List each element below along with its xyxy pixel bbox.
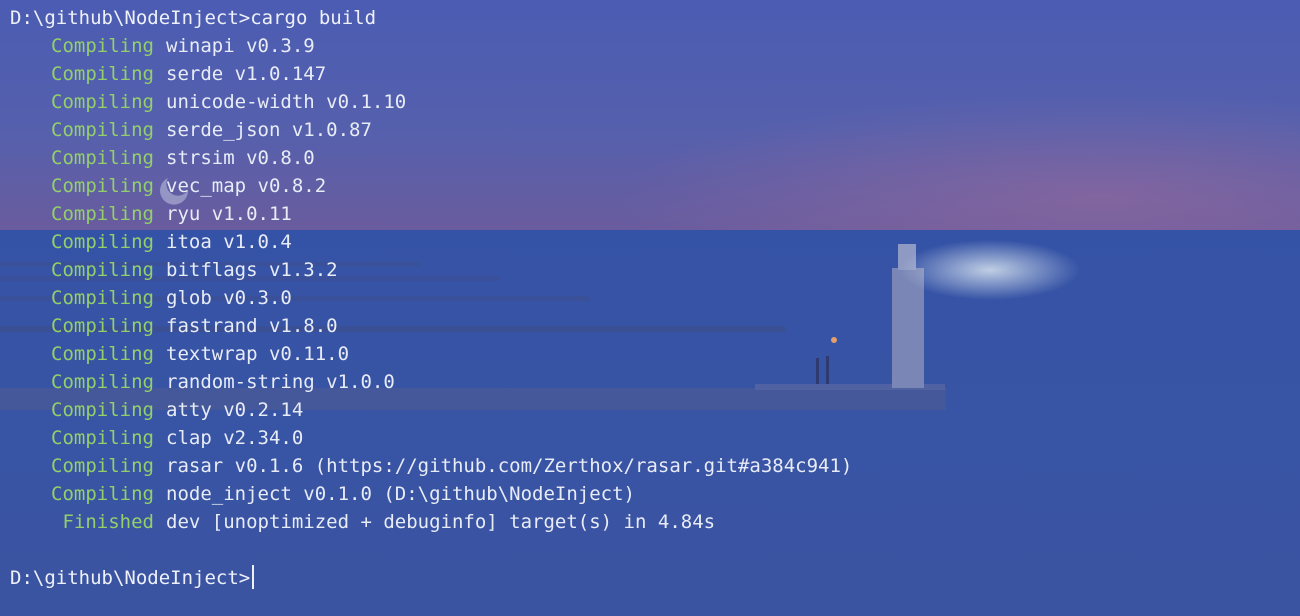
status-label: Compiling <box>51 175 154 197</box>
output-text: textwrap v0.11.0 <box>166 343 350 365</box>
status-label: Compiling <box>51 119 154 141</box>
output-line: Compiling node_inject v0.1.0 (D:\github\N… <box>0 480 1300 508</box>
output-text: serde_json v1.0.87 <box>166 119 372 141</box>
status-label: Compiling <box>51 63 154 85</box>
output-line: Compiling itoa v1.0.4 <box>0 228 1300 256</box>
status-label: Compiling <box>51 455 154 477</box>
output-line: Compiling fastrand v1.8.0 <box>0 312 1300 340</box>
terminal-window[interactable]: D:\github\NodeInject>cargo build Compili… <box>0 0 1300 616</box>
output-text: bitflags v1.3.2 <box>166 259 338 281</box>
prompt-text: D:\github\NodeInject> <box>10 567 251 589</box>
output-line: Compiling vec_map v0.8.2 <box>0 172 1300 200</box>
status-label: Compiling <box>51 35 154 57</box>
status-label: Compiling <box>51 343 154 365</box>
output-line: Compiling ryu v1.0.11 <box>0 200 1300 228</box>
output-text: ryu v1.0.11 <box>166 203 292 225</box>
output-line: Compiling atty v0.2.14 <box>0 396 1300 424</box>
status-label: Compiling <box>51 483 154 505</box>
output-text: rasar v0.1.6 (https://github.com/Zerthox… <box>166 455 853 477</box>
output-line: Compiling clap v2.34.0 <box>0 424 1300 452</box>
output-line: Compiling serde v1.0.147 <box>0 60 1300 88</box>
output-line: Compiling rasar v0.1.6 (https://github.co… <box>0 452 1300 480</box>
status-label: Compiling <box>51 315 154 337</box>
output-text: vec_map v0.8.2 <box>166 175 327 197</box>
command-line: D:\github\NodeInject>cargo build <box>0 4 1300 32</box>
output-text: random-string v1.0.0 <box>166 371 395 393</box>
output-line: Compiling winapi v0.3.9 <box>0 32 1300 60</box>
command-text: D:\github\NodeInject>cargo build <box>10 7 377 29</box>
output-text: glob v0.3.0 <box>166 287 292 309</box>
output-line: Compiling strsim v0.8.0 <box>0 144 1300 172</box>
terminal-output: D:\github\NodeInject>cargo build Compili… <box>0 4 1300 592</box>
output-text: winapi v0.3.9 <box>166 35 315 57</box>
output-line: Compiling textwrap v0.11.0 <box>0 340 1300 368</box>
output-text: clap v2.34.0 <box>166 427 304 449</box>
status-label: Compiling <box>51 231 154 253</box>
output-text: fastrand v1.8.0 <box>166 315 338 337</box>
output-text: strsim v0.8.0 <box>166 147 315 169</box>
output-text: dev [unoptimized + debuginfo] target(s) … <box>166 511 716 533</box>
output-line: Compiling glob v0.3.0 <box>0 284 1300 312</box>
status-label: Compiling <box>51 287 154 309</box>
status-label: Compiling <box>51 399 154 421</box>
output-text: serde v1.0.147 <box>166 63 327 85</box>
status-label: Compiling <box>51 259 154 281</box>
output-line: Compiling random-string v1.0.0 <box>0 368 1300 396</box>
text-cursor <box>252 565 255 589</box>
finished-line: Finished dev [unoptimized + debuginfo] ta… <box>0 508 1300 536</box>
status-label: Compiling <box>51 91 154 113</box>
output-text: atty v0.2.14 <box>166 399 304 421</box>
output-text: itoa v1.0.4 <box>166 231 292 253</box>
output-line: Compiling unicode-width v0.1.10 <box>0 88 1300 116</box>
status-label: Compiling <box>51 203 154 225</box>
prompt-line[interactable]: D:\github\NodeInject> <box>0 564 1300 592</box>
status-label: Compiling <box>51 427 154 449</box>
status-label: Compiling <box>51 371 154 393</box>
status-label: Compiling <box>51 147 154 169</box>
output-text: node_inject v0.1.0 (D:\github\NodeInject… <box>166 483 635 505</box>
output-line: Compiling bitflags v1.3.2 <box>0 256 1300 284</box>
output-line: Compiling serde_json v1.0.87 <box>0 116 1300 144</box>
output-text: unicode-width v0.1.10 <box>166 91 407 113</box>
status-label: Finished <box>62 511 154 533</box>
